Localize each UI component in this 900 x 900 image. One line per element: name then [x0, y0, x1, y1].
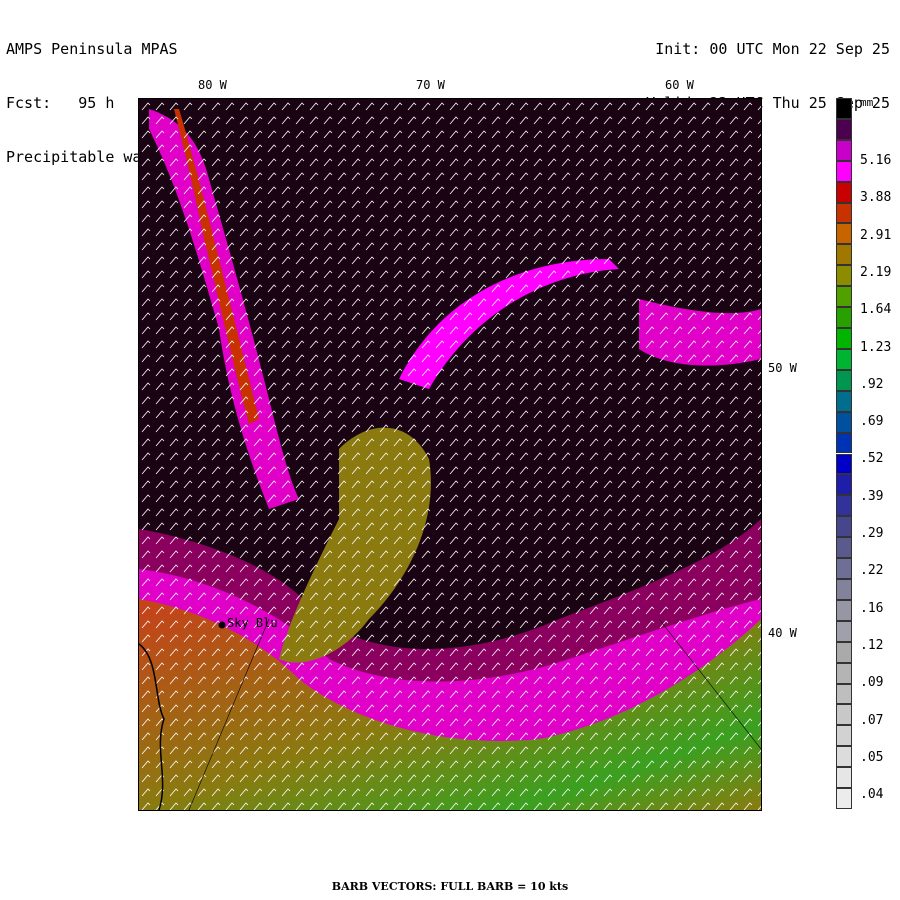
legend-label: 2.91 — [860, 227, 892, 243]
legend-swatch — [836, 390, 852, 412]
legend-label: .29 — [860, 526, 884, 541]
map-panel: Sky Blu — [138, 98, 762, 811]
legend-swatch — [836, 181, 852, 203]
legend-swatch — [836, 683, 852, 705]
legend-swatch — [836, 265, 852, 287]
legend-label: 2.19 — [860, 264, 892, 280]
station-marker — [218, 621, 226, 629]
legend-swatch — [836, 495, 852, 517]
legend-swatch — [836, 578, 852, 600]
legend-label: .12 — [860, 637, 884, 653]
legend-swatch — [836, 307, 852, 329]
legend-swatch — [836, 118, 852, 140]
legend-swatch — [836, 348, 852, 370]
legend-label: .39 — [860, 488, 884, 504]
legend-swatch — [836, 641, 852, 663]
legend-label: .04 — [860, 787, 884, 803]
legend-label: 1.64 — [860, 302, 892, 318]
wind-barbs — [139, 99, 761, 810]
legend-swatch — [836, 662, 852, 684]
init-time: Init: 00 UTC Mon 22 Sep 25 — [655, 40, 890, 58]
legend-swatch — [836, 537, 852, 559]
legend-swatch — [836, 767, 852, 789]
legend-swatch — [836, 286, 852, 308]
legend-label: .52 — [860, 451, 884, 467]
legend-swatch — [836, 432, 852, 454]
legend-swatch — [836, 453, 852, 475]
legend-unit: mm — [860, 96, 874, 109]
legend-swatch — [836, 474, 852, 496]
legend-swatch — [836, 369, 852, 391]
legend-swatch — [836, 599, 852, 621]
legend-swatch — [836, 516, 852, 538]
lon-label-70w: 70 W — [416, 78, 445, 92]
legend-swatch — [836, 202, 852, 224]
legend-swatch — [836, 558, 852, 579]
legend-swatch — [836, 704, 852, 726]
legend-label: .69 — [860, 414, 884, 430]
pwv-field — [139, 99, 761, 810]
legend-swatch — [836, 160, 852, 182]
legend-swatch — [836, 244, 852, 266]
legend-label: .09 — [860, 675, 884, 691]
legend-swatch — [836, 98, 852, 119]
legend-label: .05 — [860, 749, 884, 765]
legend-swatch — [836, 746, 852, 768]
lon-label-50w: 50 W — [768, 361, 797, 375]
lon-label-40w: 40 W — [768, 626, 797, 640]
legend-label: .16 — [860, 600, 884, 616]
legend-swatch — [836, 328, 852, 349]
lon-label-80w: 80 W — [198, 78, 227, 92]
legend-label: 1.23 — [860, 339, 892, 355]
legend-label: .07 — [860, 712, 884, 728]
legend-swatch — [836, 139, 852, 161]
legend-label: .92 — [860, 376, 884, 392]
legend-swatch — [836, 725, 852, 747]
station-label: Sky Blu — [227, 616, 278, 630]
legend-swatch — [836, 223, 852, 245]
legend-swatch — [836, 788, 852, 809]
legend-label: .22 — [860, 563, 884, 579]
legend-label: 3.88 — [860, 190, 892, 206]
legend-swatch — [836, 620, 852, 642]
legend-swatch — [836, 411, 852, 433]
lon-label-60w: 60 W — [665, 78, 694, 92]
model-name: AMPS Peninsula MPAS — [6, 40, 178, 58]
legend-label: 5.16 — [860, 153, 892, 168]
barb-vector-note: BARB VECTORS: FULL BARB = 10 kts — [331, 880, 569, 893]
